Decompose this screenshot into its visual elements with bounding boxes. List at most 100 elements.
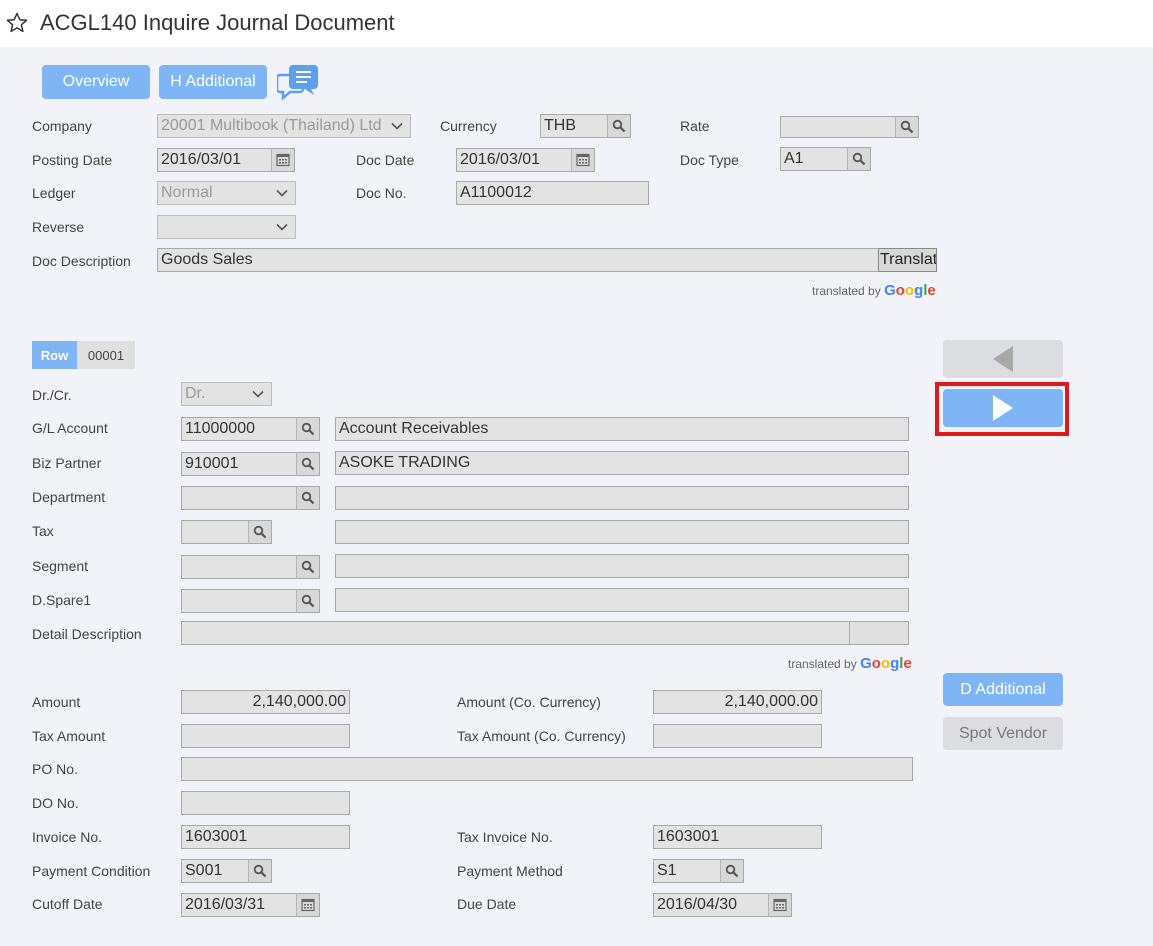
ledger-value: Normal [161, 184, 213, 201]
department-field[interactable] [181, 486, 297, 510]
doc-type-field[interactable]: A1 [780, 147, 848, 171]
biz-partner-search-button[interactable] [296, 452, 320, 476]
company-value: 20001 Multibook (Thailand) Ltd [161, 117, 382, 134]
gl-account-search-button[interactable] [296, 417, 320, 441]
h-additional-button[interactable]: H Additional [159, 65, 267, 99]
triangle-left-icon [993, 346, 1013, 372]
biz-partner-name-field[interactable]: ASOKE TRADING [335, 451, 909, 475]
search-icon [852, 152, 866, 166]
department-search-button[interactable] [296, 486, 320, 510]
tax-field[interactable] [181, 520, 249, 544]
search-icon [301, 560, 315, 574]
tax-amount-co-field[interactable] [653, 724, 822, 748]
cutoff-date-calendar-button[interactable] [296, 893, 320, 917]
doc-no-field[interactable]: A1100012 [456, 181, 649, 205]
tax-name-field[interactable] [335, 520, 909, 544]
segment-name-field[interactable] [335, 554, 909, 578]
currency-search-button[interactable] [607, 114, 631, 138]
payment-method-search-button[interactable] [720, 859, 744, 883]
tax-amount-label: Tax Amount [32, 728, 106, 744]
reverse-label: Reverse [32, 219, 85, 235]
doc-type-label: Doc Type [680, 152, 739, 168]
ledger-select[interactable]: Normal [157, 181, 296, 205]
translated-by-text: translated by [788, 657, 857, 671]
payment-condition-field[interactable]: S001 [181, 859, 249, 883]
detail-description-field[interactable] [181, 621, 850, 645]
do-no-field[interactable] [181, 791, 350, 815]
star-icon[interactable] [5, 11, 29, 35]
search-icon [253, 525, 267, 539]
amount-field[interactable]: 2,140,000.00 [181, 690, 350, 714]
google-translate-attribution: translated by Google [812, 282, 936, 299]
gl-account-name-field[interactable]: Account Receivables [335, 417, 909, 441]
invoice-no-field[interactable]: 1603001 [181, 825, 350, 849]
due-date-calendar-button[interactable] [768, 893, 792, 917]
highlight-box [935, 382, 1069, 436]
tax-label: Tax [32, 523, 54, 539]
cutoff-date-label: Cutoff Date [32, 896, 103, 912]
chevron-down-icon [276, 189, 288, 197]
tax-amount-co-label: Tax Amount (Co. Currency) [457, 728, 626, 744]
company-label: Company [32, 118, 92, 134]
chat-icon[interactable] [277, 63, 321, 101]
search-icon [253, 864, 267, 878]
translate-button[interactable]: Translat [878, 248, 937, 272]
reverse-select[interactable] [157, 215, 296, 239]
tax-search-button[interactable] [248, 520, 272, 544]
search-icon [301, 457, 315, 471]
segment-field[interactable] [181, 555, 297, 579]
overview-button[interactable]: Overview [42, 65, 150, 99]
doc-date-field[interactable]: 2016/03/01 [456, 148, 572, 172]
doc-description-field[interactable]: Goods Sales [157, 248, 879, 272]
previous-row-button[interactable] [943, 340, 1063, 378]
posting-date-calendar-button[interactable] [271, 148, 295, 172]
d-additional-button[interactable]: D Additional [943, 673, 1063, 706]
search-icon [612, 119, 626, 133]
detail-translate-button[interactable] [849, 621, 909, 645]
doc-date-calendar-button[interactable] [571, 148, 595, 172]
due-date-field[interactable]: 2016/04/30 [653, 893, 769, 917]
payment-condition-search-button[interactable] [248, 859, 272, 883]
cutoff-date-field[interactable]: 2016/03/31 [181, 893, 297, 917]
calendar-icon [773, 898, 787, 912]
calendar-icon [576, 153, 590, 167]
company-select[interactable]: 20001 Multibook (Thailand) Ltd [157, 114, 411, 138]
gl-account-field[interactable]: 11000000 [181, 417, 297, 441]
dr-cr-value: Dr. [185, 385, 206, 402]
segment-search-button[interactable] [296, 555, 320, 579]
d-spare1-name-field[interactable] [335, 588, 909, 612]
department-name-field[interactable] [335, 486, 909, 510]
amount-co-field[interactable]: 2,140,000.00 [653, 690, 822, 714]
ledger-label: Ledger [32, 185, 76, 201]
search-icon [301, 422, 315, 436]
search-icon [900, 120, 914, 134]
chevron-down-icon [391, 122, 403, 130]
doc-type-search-button[interactable] [847, 147, 871, 171]
do-no-label: DO No. [32, 795, 79, 811]
tax-amount-field[interactable] [181, 724, 350, 748]
row-label: Row [32, 341, 77, 369]
amount-label: Amount [32, 694, 81, 710]
payment-method-field[interactable]: S1 [653, 859, 721, 883]
posting-date-label: Posting Date [32, 152, 113, 168]
detail-description-label: Detail Description [32, 626, 142, 642]
rate-field[interactable] [780, 116, 896, 138]
title-bar: ACGL140 Inquire Journal Document [0, 0, 1153, 47]
doc-date-label: Doc Date [356, 152, 415, 168]
po-no-field[interactable] [181, 757, 913, 781]
department-label: Department [32, 489, 106, 505]
rate-search-button[interactable] [895, 116, 919, 138]
d-spare1-search-button[interactable] [296, 589, 320, 613]
tax-invoice-no-field[interactable]: 1603001 [653, 825, 822, 849]
dr-cr-select[interactable]: Dr. [181, 382, 272, 406]
page-title: ACGL140 Inquire Journal Document [40, 10, 395, 35]
amount-co-label: Amount (Co. Currency) [457, 694, 601, 710]
calendar-icon [301, 898, 315, 912]
d-spare1-field[interactable] [181, 589, 297, 613]
payment-method-label: Payment Method [457, 863, 563, 879]
d-spare1-label: D.Spare1 [32, 592, 92, 608]
currency-field[interactable]: THB [540, 114, 608, 138]
posting-date-field[interactable]: 2016/03/01 [157, 148, 272, 172]
biz-partner-field[interactable]: 910001 [181, 452, 297, 476]
spot-vendor-button[interactable]: Spot Vendor [943, 717, 1063, 750]
